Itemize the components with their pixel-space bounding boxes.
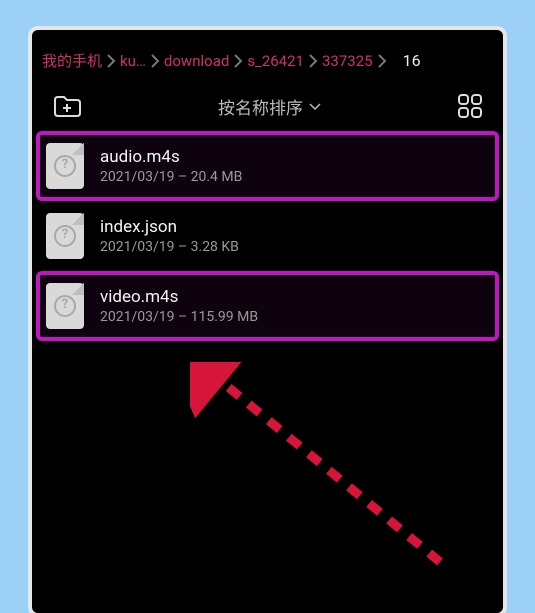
file-list: ? audio.m4s 2021/03/19 – 20.4 MB ? index… [32, 133, 503, 339]
chevron-right-icon [150, 54, 160, 68]
breadcrumb-count: 16 [403, 51, 421, 70]
toolbar: 按名称排序 [32, 79, 503, 129]
breadcrumb-item[interactable]: s_26421 [247, 52, 304, 70]
chevron-right-icon [308, 54, 318, 68]
chevron-right-icon [377, 54, 387, 68]
new-folder-icon[interactable] [52, 94, 82, 118]
file-meta: 2021/03/19 – 20.4 MB [100, 169, 242, 185]
breadcrumb: 我的手机 ku… download s_26421 337325 16 [32, 30, 503, 79]
file-icon: ? [46, 143, 84, 189]
breadcrumb-item[interactable]: 337325 [322, 52, 373, 70]
file-row[interactable]: ? video.m4s 2021/03/19 – 115.99 MB [38, 273, 497, 339]
file-icon: ? [46, 213, 84, 259]
file-meta: 2021/03/19 – 115.99 MB [100, 309, 258, 325]
file-manager-screen: 我的手机 ku… download s_26421 337325 16 [32, 30, 503, 613]
sort-button[interactable]: 按名称排序 [218, 94, 321, 119]
file-name: video.m4s [100, 287, 258, 307]
file-row[interactable]: ? index.json 2021/03/19 – 3.28 KB [38, 203, 497, 269]
breadcrumb-item[interactable]: 我的手机 [42, 50, 102, 71]
file-name: index.json [100, 217, 239, 237]
chevron-right-icon [233, 54, 243, 68]
sort-label: 按名称排序 [218, 94, 303, 119]
file-name: audio.m4s [100, 147, 242, 167]
chevron-down-icon [309, 96, 321, 116]
file-row[interactable]: ? audio.m4s 2021/03/19 – 20.4 MB [38, 133, 497, 199]
file-meta: 2021/03/19 – 3.28 KB [100, 239, 239, 255]
breadcrumb-item[interactable]: ku… [120, 52, 146, 70]
grid-view-icon[interactable] [457, 93, 483, 119]
file-icon: ? [46, 283, 84, 329]
chevron-right-icon [106, 54, 116, 68]
breadcrumb-item[interactable]: download [164, 52, 229, 70]
